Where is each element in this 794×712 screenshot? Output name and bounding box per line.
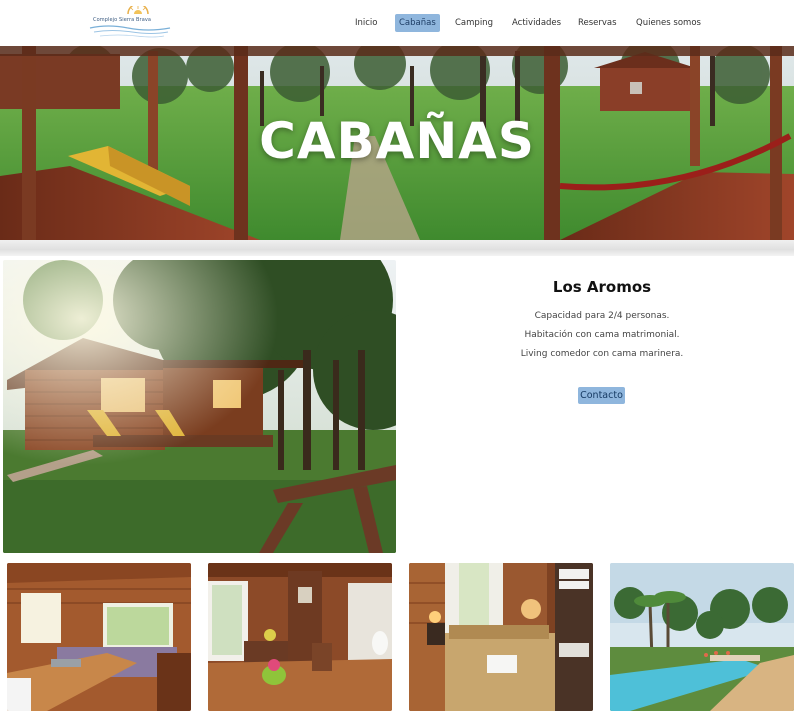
gallery-thumb-living[interactable]	[208, 563, 392, 711]
nav-reservas[interactable]: Reservas	[574, 14, 621, 32]
nav-camping[interactable]: Camping	[451, 14, 497, 32]
nav-inicio[interactable]: Inicio	[351, 14, 382, 32]
nav-cabanas[interactable]: Cabañas	[395, 14, 440, 32]
gallery-thumb-kitchen[interactable]	[7, 563, 191, 711]
contact-button[interactable]: Contacto	[578, 387, 625, 404]
section-divider	[0, 240, 794, 256]
feature-bedroom: Habitación con cama matrimonial.	[524, 330, 680, 340]
feature-capacity: Capacidad para 2/4 personas.	[534, 311, 670, 321]
cabin-info: Los Aromos Capacidad para 2/4 personas. …	[410, 260, 794, 553]
main-nav: Inicio Cabañas Camping Actividades Reser…	[0, 14, 794, 32]
nav-actividades[interactable]: Actividades	[508, 14, 565, 32]
cabin-title: Los Aromos	[552, 278, 652, 296]
gallery-thumb-bedroom[interactable]	[409, 563, 593, 711]
nav-quienes-somos[interactable]: Quienes somos	[632, 14, 705, 32]
gallery-thumb-pool[interactable]	[610, 563, 794, 711]
site-header: Complejo Sierra Brava Inicio Cabañas Cam…	[0, 0, 794, 46]
feature-living: Living comedor con cama marinera.	[520, 349, 684, 359]
cabin-main-photo[interactable]	[3, 260, 396, 553]
hero-banner: CABAÑAS	[0, 46, 794, 240]
hero-title: CABAÑAS	[259, 112, 535, 170]
